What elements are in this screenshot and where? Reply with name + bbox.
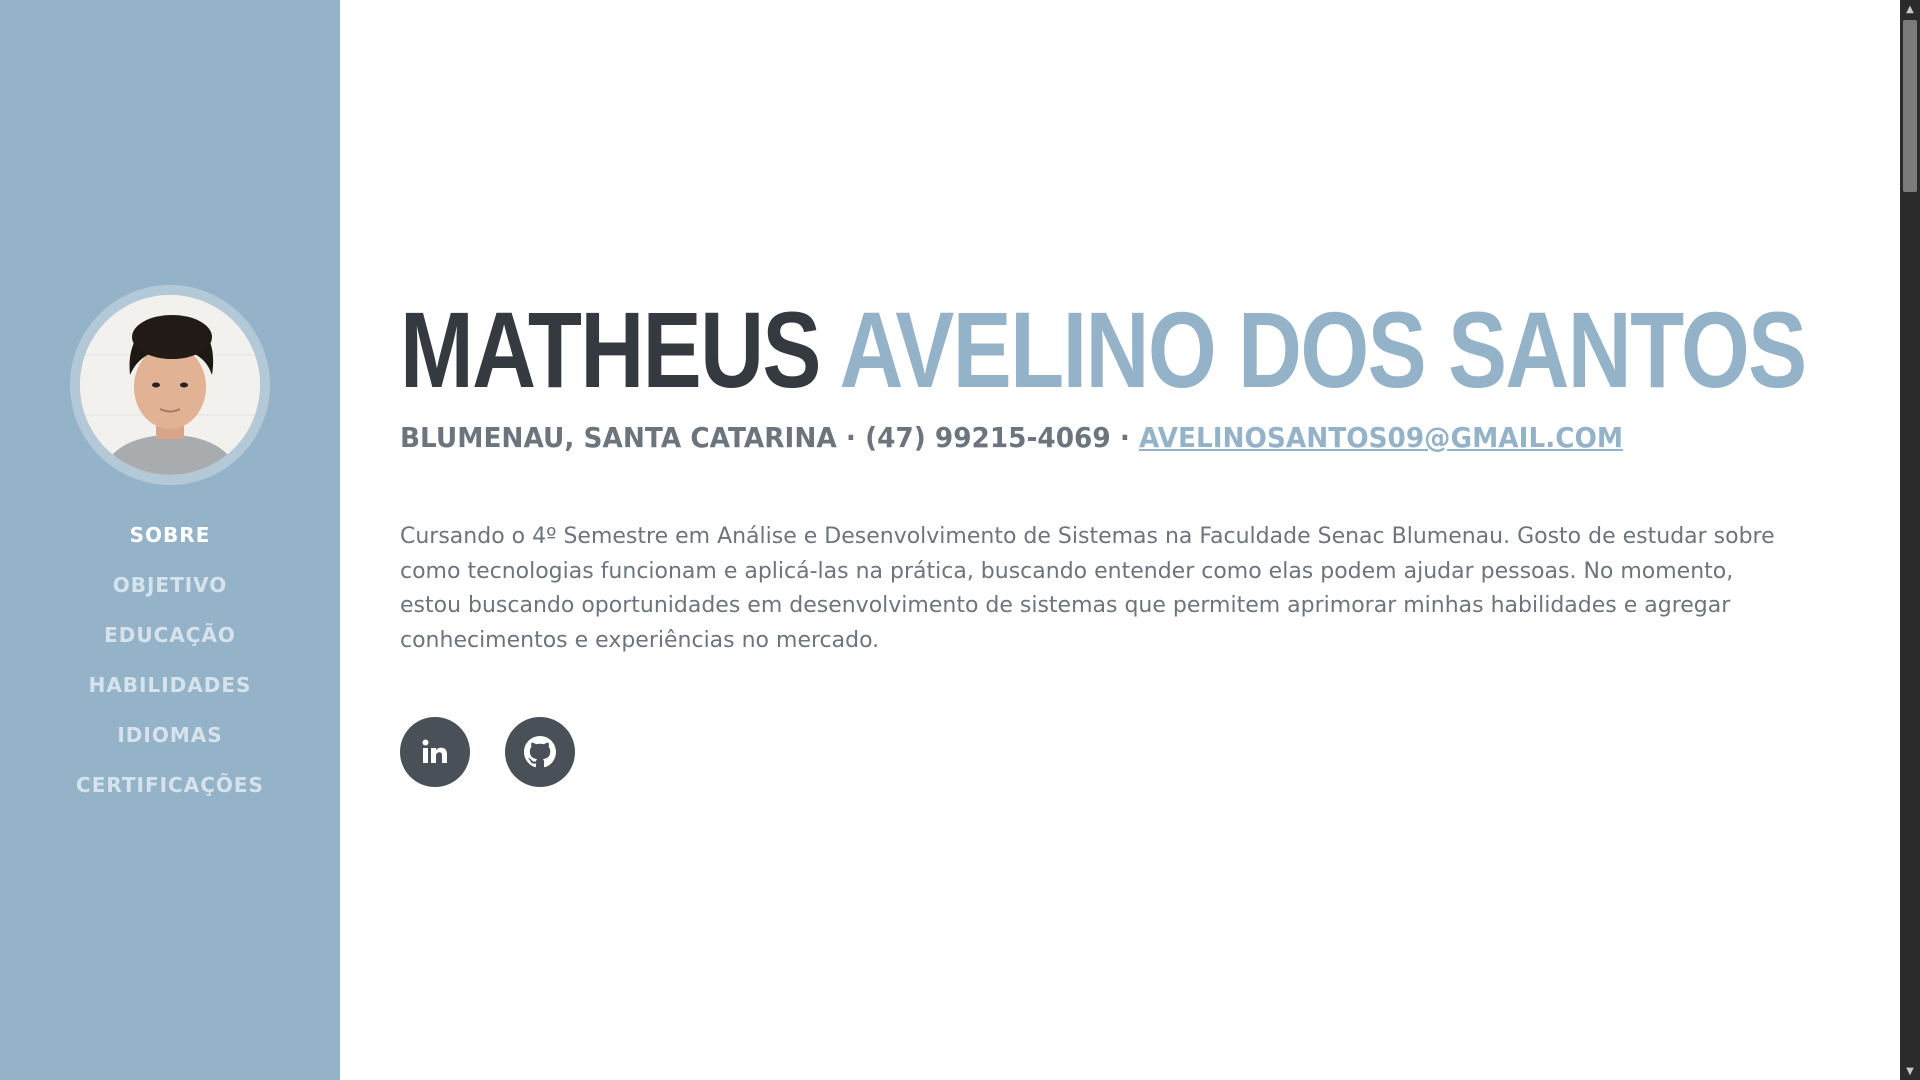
linkedin-icon xyxy=(422,739,447,763)
phone: (47) 99215-4069 xyxy=(865,421,1111,454)
scroll-up-arrow-icon[interactable]: ▲ xyxy=(1900,0,1920,18)
email-link[interactable]: AVELINOSANTOS09@GMAIL.COM xyxy=(1139,421,1623,454)
scroll-down-arrow-icon[interactable]: ▼ xyxy=(1900,1062,1920,1080)
page: SOBRE OBJETIVO EDUCAÇÃO HABILIDADES IDIO… xyxy=(0,0,1920,1080)
github-icon xyxy=(524,736,556,768)
separator: · xyxy=(1119,421,1130,454)
nav-item-objetivo: OBJETIVO xyxy=(0,560,340,610)
first-name: MATHEUS xyxy=(400,289,821,410)
nav-link-sobre[interactable]: SOBRE xyxy=(130,523,211,547)
nav-link-objetivo[interactable]: OBJETIVO xyxy=(113,573,228,597)
scrollbar[interactable]: ▲ ▼ xyxy=(1900,0,1920,1080)
nav-item-sobre: SOBRE xyxy=(0,510,340,560)
nav-item-idiomas: IDIOMAS xyxy=(0,710,340,760)
nav-link-idiomas[interactable]: IDIOMAS xyxy=(117,723,222,747)
contact-line: BLUMENAU, SANTA CATARINA · (47) 99215-40… xyxy=(400,418,1623,458)
social-links xyxy=(400,717,575,787)
github-button[interactable] xyxy=(505,717,575,787)
avatar-frame xyxy=(70,285,270,485)
main-content: MATHEUS AVELINO DOS SANTOS BLUMENAU, SAN… xyxy=(400,0,1807,1080)
nav-link-certificacoes[interactable]: CERTIFICAÇÕES xyxy=(76,773,264,797)
last-name: AVELINO DOS SANTOS xyxy=(839,289,1808,410)
profile-photo-icon xyxy=(80,295,260,475)
scrollbar-thumb[interactable] xyxy=(1903,20,1917,192)
page-title: MATHEUS AVELINO DOS SANTOS xyxy=(400,289,1808,410)
linkedin-button[interactable] xyxy=(400,717,470,787)
separator: · xyxy=(845,421,856,454)
avatar xyxy=(80,295,260,475)
nav-item-certificacoes: CERTIFICAÇÕES xyxy=(0,760,340,810)
nav-link-educacao[interactable]: EDUCAÇÃO xyxy=(104,623,236,647)
location: BLUMENAU, SANTA CATARINA xyxy=(400,421,837,454)
sidebar-nav: SOBRE OBJETIVO EDUCAÇÃO HABILIDADES IDIO… xyxy=(0,510,340,810)
nav-item-habilidades: HABILIDADES xyxy=(0,660,340,710)
nav-item-educacao: EDUCAÇÃO xyxy=(0,610,340,660)
sidebar: SOBRE OBJETIVO EDUCAÇÃO HABILIDADES IDIO… xyxy=(0,0,340,1080)
nav-link-habilidades[interactable]: HABILIDADES xyxy=(89,673,252,697)
bio-text: Cursando o 4º Semestre em Análise e Dese… xyxy=(400,524,1775,653)
